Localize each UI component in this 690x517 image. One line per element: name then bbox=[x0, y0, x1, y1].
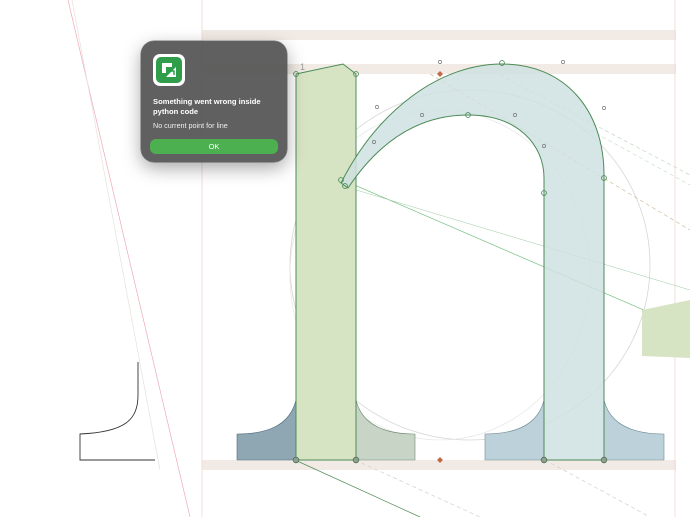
on-curve-point[interactable] bbox=[292, 456, 300, 464]
off-curve-point[interactable] bbox=[561, 60, 565, 64]
glyph-stem[interactable] bbox=[295, 63, 357, 461]
off-curve-point[interactable] bbox=[375, 105, 379, 109]
glyph-edit-canvas[interactable]: 1 bbox=[0, 0, 690, 517]
serif-left-inner[interactable] bbox=[355, 399, 416, 461]
off-curve-point[interactable] bbox=[602, 106, 606, 110]
guide-number: 1 bbox=[300, 62, 305, 72]
alert-message: No current point for line bbox=[153, 121, 228, 130]
on-curve-point[interactable] bbox=[540, 456, 548, 464]
serif-left-outer[interactable] bbox=[236, 399, 297, 461]
error-alert-dialog: Something went wrong inside python code … bbox=[141, 41, 287, 162]
partial-glyph-left[interactable] bbox=[79, 362, 155, 461]
partial-glyph-right[interactable] bbox=[642, 300, 690, 358]
ok-button[interactable]: OK bbox=[150, 139, 278, 154]
app-icon bbox=[153, 54, 185, 86]
on-curve-point[interactable] bbox=[352, 456, 360, 464]
serif-right-inner[interactable] bbox=[603, 399, 665, 461]
alert-title: Something went wrong inside python code bbox=[153, 97, 261, 116]
serif-right-outer[interactable] bbox=[484, 399, 545, 461]
off-curve-point[interactable] bbox=[438, 60, 442, 64]
metric-band-top bbox=[202, 30, 676, 40]
on-curve-point[interactable] bbox=[600, 456, 608, 464]
